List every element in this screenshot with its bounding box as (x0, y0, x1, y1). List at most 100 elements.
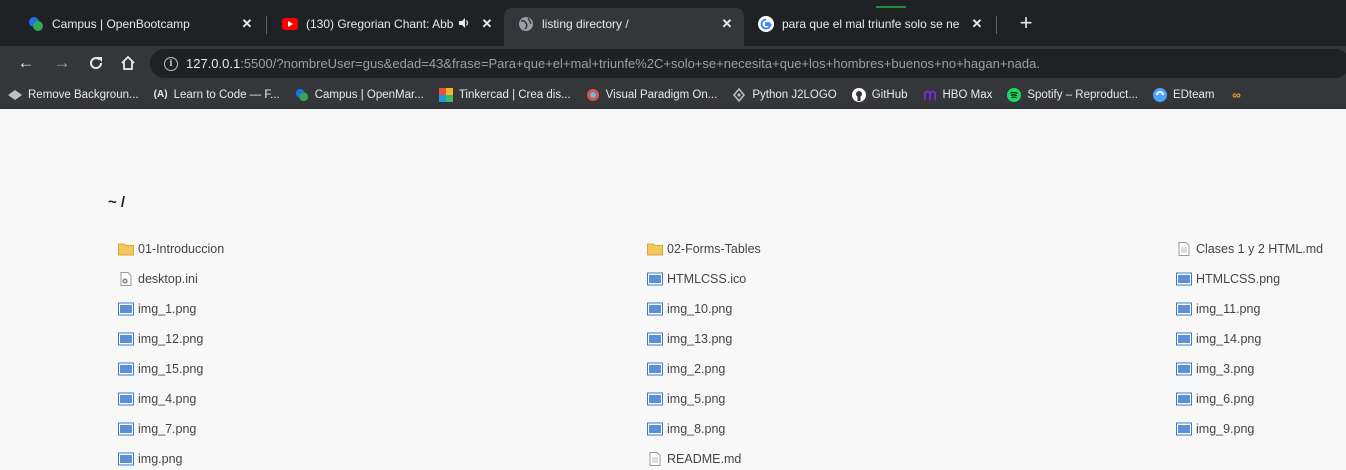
address-bar[interactable]: i 127.0.0.1:5500/?nombreUser=gus&edad=43… (150, 49, 1346, 78)
text-file-icon (647, 452, 663, 466)
bookmark-label: Remove Backgroun... (28, 88, 139, 101)
bookmark-overflow[interactable]: ∞ (1229, 88, 1249, 102)
spotify-icon (1007, 87, 1022, 102)
edteam-icon (1152, 87, 1167, 102)
url-path: :5500/?nombreUser=gus&edad=43&frase=Para… (240, 56, 1040, 71)
file-link[interactable]: img_10.png (647, 294, 1176, 324)
file-link[interactable]: HTMLCSS.ico (647, 264, 1176, 294)
bookmark-freecodecamp[interactable]: (A) Learn to Code — F... (154, 88, 280, 102)
folder-link[interactable]: 01-Introduccion (118, 234, 647, 264)
file-link[interactable]: HTMLCSS.png (1176, 264, 1346, 294)
file-name: img_15.png (138, 362, 204, 376)
audio-playing-icon[interactable] (458, 17, 470, 32)
openbootcamp-icon (28, 16, 44, 32)
forward-button[interactable]: → (50, 51, 74, 75)
file-name: img_1.png (138, 302, 197, 316)
file-link[interactable]: img_15.png (118, 354, 647, 384)
tab-listing-directory[interactable]: listing directory / ✕ (504, 8, 744, 46)
bookmark-spotify[interactable]: Spotify – Reproduct... (1007, 87, 1138, 102)
file-link[interactable]: img.png (118, 444, 647, 470)
close-tab-icon[interactable]: ✕ (718, 15, 736, 33)
file-link[interactable]: img_1.png (118, 294, 647, 324)
file-link[interactable]: img_12.png (118, 324, 647, 354)
visual-paradigm-icon (586, 88, 600, 102)
bookmark-campus-openmar[interactable]: Campus | OpenMar... (295, 88, 424, 102)
file-name: 01-Introduccion (138, 242, 225, 256)
close-tab-icon[interactable]: ✕ (478, 15, 496, 33)
image-file-icon (647, 392, 663, 406)
file-name: img_14.png (1196, 332, 1262, 346)
file-link[interactable]: Clases 1 y 2 HTML.md (1176, 234, 1346, 264)
python-icon (732, 87, 746, 102)
file-name: img_5.png (667, 392, 726, 406)
file-name: img_4.png (138, 392, 197, 406)
file-name: img_9.png (1196, 422, 1255, 436)
tab-title: (130) Gregorian Chant: Abbe (306, 17, 454, 31)
bookmark-python-j2logo[interactable]: Python J2LOGO (732, 87, 837, 102)
image-file-icon (647, 362, 663, 376)
file-link[interactable]: img_14.png (1176, 324, 1346, 354)
image-file-icon (1176, 272, 1192, 286)
close-tab-icon[interactable]: ✕ (968, 15, 986, 33)
bookmark-label: Learn to Code — F... (173, 88, 280, 101)
tab-separator (996, 16, 997, 34)
file-link[interactable]: img_9.png (1176, 414, 1346, 444)
file-link[interactable]: img_7.png (118, 414, 647, 444)
image-file-icon (118, 302, 134, 316)
image-file-icon (1176, 362, 1192, 376)
tab-campus-openbootcamp[interactable]: Campus | OpenBootcamp ✕ (14, 8, 264, 40)
file-name: HTMLCSS.png (1196, 272, 1281, 286)
home-button[interactable] (116, 51, 140, 75)
site-info-icon[interactable]: i (164, 56, 178, 71)
file-list: 01-Introduccion 02-Forms-Tables Clases 1 y… (118, 234, 1346, 470)
image-file-icon (1176, 392, 1192, 406)
google-icon (758, 16, 774, 32)
file-link[interactable]: img_13.png (647, 324, 1176, 354)
tab-title: listing directory / (542, 17, 629, 31)
back-button[interactable]: ← (14, 51, 38, 75)
file-link[interactable]: desktop.ini (118, 264, 647, 294)
close-tab-icon[interactable]: ✕ (238, 15, 256, 33)
file-link[interactable]: img_11.png (1176, 294, 1346, 324)
file-name: HTMLCSS.ico (667, 272, 747, 286)
youtube-icon (282, 16, 298, 32)
file-link[interactable]: img_5.png (647, 384, 1176, 414)
reload-button[interactable] (84, 51, 108, 75)
bookmark-label: HBO Max (942, 88, 993, 101)
image-file-icon (647, 422, 663, 436)
file-link[interactable]: img_3.png (1176, 354, 1346, 384)
bookmark-visual-paradigm[interactable]: Visual Paradigm On... (586, 88, 718, 102)
directory-heading: ~ / (108, 194, 126, 211)
freecodecamp-icon: (A) (153, 89, 168, 100)
image-file-icon (1176, 302, 1192, 316)
settings-file-icon (118, 272, 134, 286)
image-file-icon (118, 362, 134, 376)
bookmark-remove-background[interactable]: Remove Backgroun... (8, 88, 139, 102)
listing-page: ~ / 01-Introduccion 02-Forms-Tables Clases… (0, 110, 1346, 470)
folder-link[interactable]: 02-Forms-Tables (647, 234, 1176, 264)
home-icon (121, 55, 135, 70)
file-link[interactable]: img_8.png (647, 414, 1176, 444)
tab-gregorian-chant[interactable]: (130) Gregorian Chant: Abbe ✕ (268, 8, 504, 40)
file-name: img_11.png (1196, 302, 1261, 316)
new-tab-button[interactable]: + (1014, 12, 1038, 36)
bookmark-label: Visual Paradigm On... (605, 88, 718, 101)
image-file-icon (647, 332, 663, 346)
file-name: img.png (138, 452, 183, 466)
file-link[interactable]: img_4.png (118, 384, 647, 414)
bookmark-hbo-max[interactable]: HBO Max (923, 88, 993, 102)
bookmark-edteam[interactable]: EDteam (1152, 87, 1214, 102)
file-link[interactable]: img_6.png (1176, 384, 1346, 414)
file-link[interactable]: img_2.png (647, 354, 1176, 384)
tab-google-search[interactable]: para que el mal triunfe solo se ne ✕ (744, 8, 994, 40)
file-name: img_6.png (1196, 392, 1255, 406)
file-name: img_12.png (138, 332, 204, 346)
file-name: 02-Forms-Tables (667, 242, 761, 256)
bookmark-github[interactable]: GitHub (851, 87, 908, 102)
file-link[interactable]: README.md (647, 444, 1176, 470)
tab-title: para que el mal triunfe solo se ne (782, 17, 960, 31)
text-file-icon (1176, 242, 1192, 256)
file-name: img_8.png (667, 422, 726, 436)
bookmark-tinkercad[interactable]: Tinkercad | Crea dis... (438, 87, 571, 102)
file-name: desktop.ini (138, 272, 198, 286)
